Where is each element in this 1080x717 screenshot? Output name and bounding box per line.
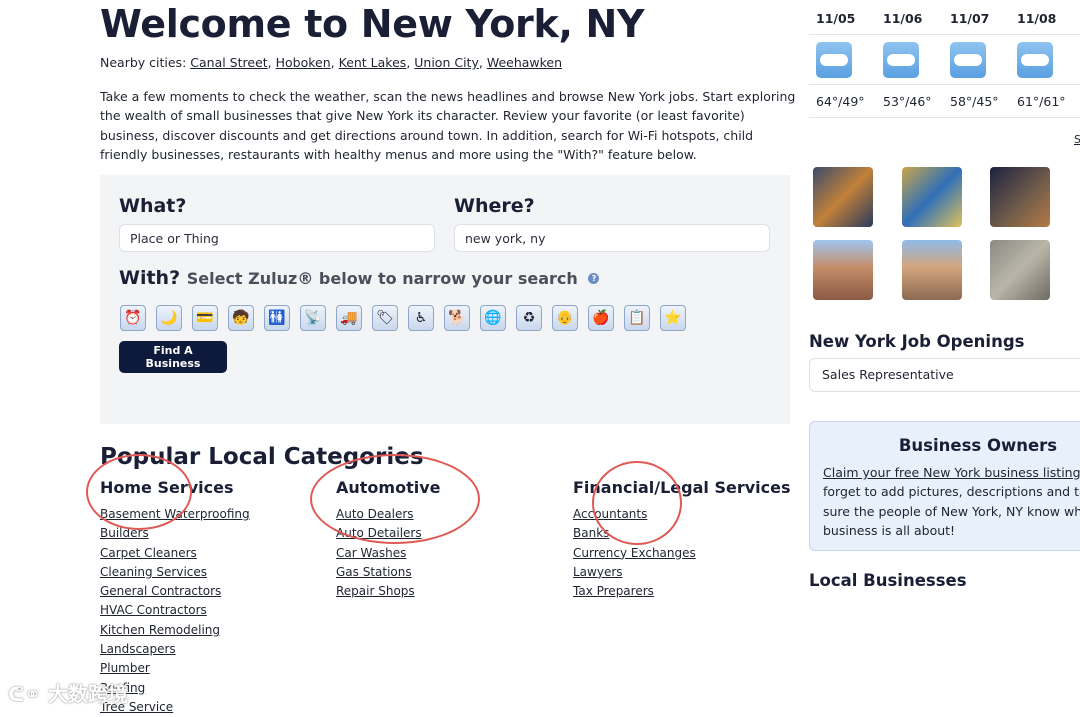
question-icon[interactable]: ?	[588, 273, 600, 284]
cloud-icon	[950, 42, 986, 78]
photo-thumbnail[interactable]	[902, 167, 962, 227]
nearby-city-link[interactable]: Canal Street	[190, 55, 267, 70]
category-link[interactable]: Tax Preparers	[573, 584, 654, 598]
apple-icon[interactable]: 🍎	[588, 305, 614, 331]
weather-date: 11/08	[1017, 11, 1057, 26]
category-link[interactable]: Currency Exchanges	[573, 546, 696, 560]
with-label: With?	[119, 267, 181, 289]
wheelchair-icon[interactable]: ♿	[408, 305, 434, 331]
category-link[interactable]: HVAC Contractors	[100, 603, 207, 617]
category-link[interactable]: Plumber	[100, 661, 150, 675]
search-panel: What? Where? With? Select Zuluz® below t…	[100, 175, 790, 424]
world-icon[interactable]: 🌐	[480, 305, 506, 331]
weather-date: 11/06	[883, 11, 923, 26]
with-heading: With? Select Zuluz® below to narrow your…	[119, 267, 600, 289]
nearby-city-link[interactable]: Weehawken	[487, 55, 562, 70]
photo-thumbnail[interactable]	[990, 240, 1050, 300]
nearby-city-link[interactable]: Union City	[414, 55, 479, 70]
night-icon[interactable]: 🌙	[156, 305, 182, 331]
senior-icon[interactable]: 👴	[552, 305, 578, 331]
weather-date: 11/05	[816, 11, 856, 26]
zuluz-icon-row: ⏰ 🌙 💳 🧒 🚻 📡 🚚 🏷 ♿ 🐕 🌐 ♻ 👴 🍎 📋 ⭐	[120, 305, 686, 331]
owners-text: Claim your free New York business listin…	[823, 463, 1080, 540]
watermark: ᕦ⚭ 大数跨境	[8, 682, 129, 706]
business-owners-box: Business Owners Claim your free New York…	[809, 421, 1080, 551]
owners-text-line: sure the people of New York, NY know wha…	[823, 503, 1080, 519]
owners-text-line: business is all about!	[823, 522, 956, 538]
cloud-icon	[883, 42, 919, 78]
watermark-text: 大数跨境	[48, 682, 129, 706]
where-label: Where?	[454, 195, 535, 217]
category-link[interactable]: Carpet Cleaners	[100, 546, 197, 560]
what-label: What?	[119, 195, 187, 217]
category-link[interactable]: Landscapers	[100, 642, 176, 656]
category-link[interactable]: Cleaning Services	[100, 565, 207, 579]
annotation-circle	[592, 461, 682, 545]
photo-thumbnail[interactable]	[990, 167, 1050, 227]
badge-icon[interactable]: 📋	[624, 305, 650, 331]
photo-thumbnail[interactable]	[813, 167, 873, 227]
recycle-icon[interactable]: ♻	[516, 305, 542, 331]
what-input[interactable]	[119, 224, 435, 252]
where-input[interactable]	[454, 224, 770, 252]
delivery-truck-icon[interactable]: 🚚	[336, 305, 362, 331]
owners-title: Business Owners	[898, 436, 1058, 455]
nearby-cities: Nearby cities: Canal Street, Hoboken, Ke…	[100, 55, 563, 70]
category-link[interactable]: Lawyers	[573, 565, 623, 579]
find-business-button[interactable]: Find A Business	[119, 341, 227, 373]
dog-icon[interactable]: 🐕	[444, 305, 470, 331]
annotation-circle	[310, 454, 480, 544]
nearby-label: Nearby cities:	[100, 55, 187, 70]
24-7-icon[interactable]: ⏰	[120, 305, 146, 331]
weather-temp: 58°/45°	[950, 94, 999, 109]
page-title: Welcome to New York, NY	[100, 2, 645, 46]
category-link[interactable]: Kitchen Remodeling	[100, 623, 220, 637]
star-icon[interactable]: ⭐	[660, 305, 686, 331]
weather-temp: 61°/61°	[1017, 94, 1066, 109]
wifi-icon[interactable]: 📡	[300, 305, 326, 331]
photo-thumbnail[interactable]	[813, 240, 873, 300]
jobs-title: New York Job Openings	[809, 332, 1025, 351]
sale-tag-icon[interactable]: 🏷	[372, 305, 398, 331]
jobs-select[interactable]: Sales Representative	[809, 358, 1080, 392]
category-link[interactable]: Car Washes	[336, 546, 406, 560]
with-subtitle: Select Zuluz® below to narrow your searc…	[186, 269, 578, 288]
restroom-icon[interactable]: 🚻	[264, 305, 290, 331]
weather-more-link[interactable]: S	[1074, 133, 1080, 146]
owners-text-line: forget to add pictures, descriptions and…	[823, 484, 1080, 500]
category-link[interactable]: Gas Stations	[336, 565, 412, 579]
local-businesses-title: Local Businesses	[809, 571, 967, 590]
weather-temp: 64°/49°	[816, 94, 865, 109]
nearby-city-link[interactable]: Kent Lakes	[339, 55, 407, 70]
annotation-circle	[86, 454, 192, 530]
intro-text: Take a few moments to check the weather,…	[100, 89, 796, 162]
nearby-city-link[interactable]: Hoboken	[276, 55, 331, 70]
photo-thumbnail[interactable]	[902, 240, 962, 300]
rain-cloud-icon	[1017, 42, 1053, 78]
category-link[interactable]: Repair Shops	[336, 584, 415, 598]
credit-card-icon[interactable]: 💳	[192, 305, 218, 331]
rain-cloud-icon	[816, 42, 852, 78]
weather-date: 11/07	[950, 11, 990, 26]
weather-temp: 53°/46°	[883, 94, 932, 109]
category-link[interactable]: General Contractors	[100, 584, 221, 598]
claim-listing-link[interactable]: Claim your free New York business listin…	[823, 465, 1080, 480]
child-icon[interactable]: 🧒	[228, 305, 254, 331]
